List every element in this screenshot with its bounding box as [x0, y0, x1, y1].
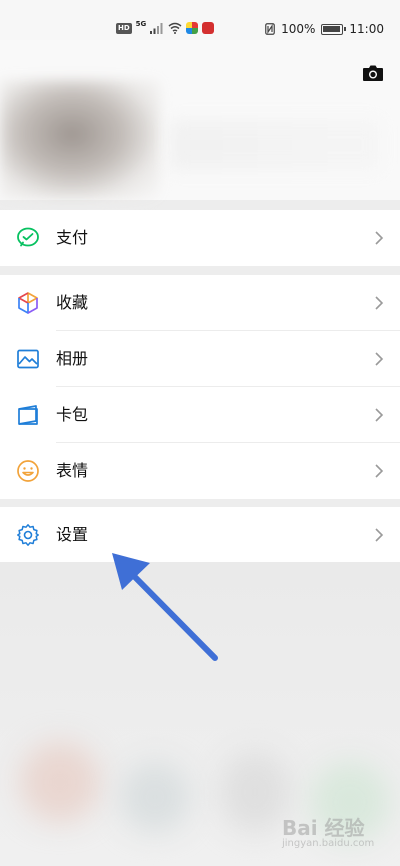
- battery-percent: 100%: [281, 22, 316, 36]
- status-icons-right: 100% 11:00: [265, 22, 384, 36]
- menu-group-main: 收藏 相册 卡包 表情: [0, 275, 400, 499]
- signal-icon: [150, 23, 163, 34]
- card-wallet-icon: [18, 405, 38, 425]
- menu-item-label: 设置: [56, 525, 89, 544]
- blur-blob: [120, 762, 190, 832]
- wechat-pay-icon: [17, 227, 39, 247]
- news-notification-icon: [202, 22, 215, 34]
- watermark-subtext: jingyan.baidu.com: [282, 838, 375, 849]
- chevron-right-icon: [375, 528, 384, 542]
- favorites-cube-icon: [18, 292, 38, 314]
- menu-item-pay[interactable]: 支付: [0, 210, 400, 266]
- chevron-right-icon: [375, 296, 384, 310]
- watermark: Bai 经验 jingyan.baidu.com: [282, 812, 392, 858]
- wifi-icon: [168, 22, 182, 34]
- avatar[interactable]: [0, 80, 160, 200]
- camera-icon[interactable]: [362, 64, 384, 82]
- profile-header[interactable]: [0, 40, 400, 200]
- menu-item-cards[interactable]: 卡包: [0, 387, 400, 443]
- chevron-right-icon: [375, 408, 384, 422]
- emoji-icon: [17, 460, 39, 482]
- chevron-right-icon: [375, 231, 384, 245]
- chevron-right-icon: [375, 352, 384, 366]
- app-notification-icon: [186, 22, 199, 34]
- menu-item-label: 相册: [56, 349, 89, 368]
- menu-item-favorites[interactable]: 收藏: [0, 275, 400, 331]
- album-icon: [17, 349, 39, 369]
- blur-blob: [220, 752, 290, 832]
- nfc-icon: [265, 23, 275, 35]
- menu-item-emoji[interactable]: 表情: [0, 443, 400, 499]
- status-icons-left: HD 5G: [116, 19, 215, 34]
- menu-item-album[interactable]: 相册: [0, 331, 400, 387]
- menu-item-label: 表情: [56, 461, 89, 480]
- profile-name-blurred: [170, 120, 380, 170]
- menu-item-label: 支付: [56, 228, 89, 247]
- menu-item-settings[interactable]: 设置: [0, 507, 400, 563]
- menu-item-label: 卡包: [56, 405, 89, 424]
- menu-group-pay: 支付: [0, 210, 400, 266]
- settings-gear-icon: [17, 524, 39, 546]
- hd-badge: HD: [116, 22, 132, 34]
- menu-item-label: 收藏: [56, 293, 89, 312]
- blur-blob: [20, 742, 100, 822]
- network-type: 5G: [135, 19, 147, 28]
- watermark-text: Bai 经验: [282, 816, 365, 840]
- menu-group-settings: 设置: [0, 507, 400, 563]
- clock: 11:00: [349, 22, 384, 36]
- chevron-right-icon: [375, 464, 384, 478]
- battery-icon: [321, 23, 347, 35]
